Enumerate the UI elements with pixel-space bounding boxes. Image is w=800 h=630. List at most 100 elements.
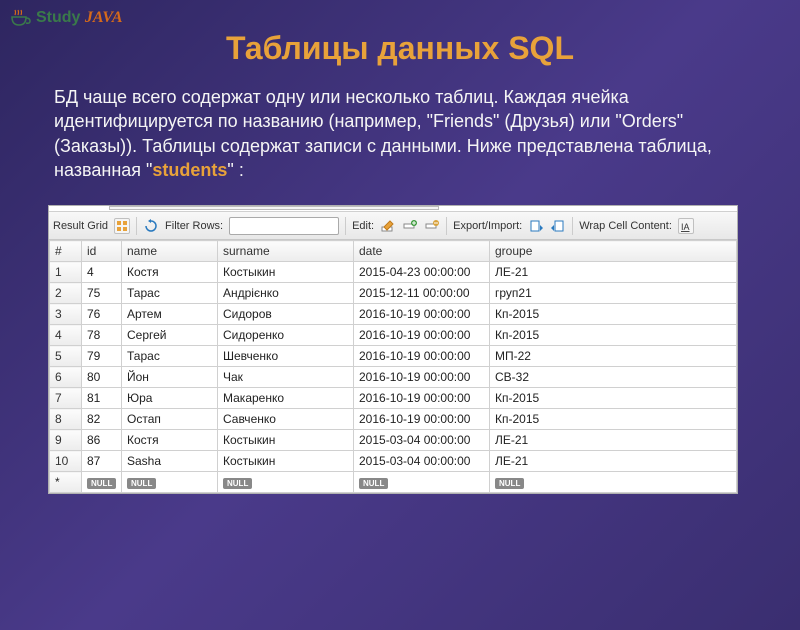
cell-groupe[interactable]: СВ-32	[490, 367, 737, 388]
cell-n[interactable]: 3	[50, 304, 82, 325]
cell-date[interactable]: 2015-03-04 00:00:00	[354, 451, 490, 472]
ruler-indicator	[109, 206, 439, 210]
cell-surname[interactable]: Костыкин	[218, 262, 354, 283]
refresh-icon[interactable]	[143, 218, 159, 234]
cell-name[interactable]: Тарас	[122, 346, 218, 367]
cell-surname[interactable]: Костыкин	[218, 451, 354, 472]
cell-name[interactable]: Артем	[122, 304, 218, 325]
cell-groupe[interactable]: груп21	[490, 283, 737, 304]
cell-groupe[interactable]: Кп-2015	[490, 388, 737, 409]
col-header-groupe[interactable]: groupe	[490, 241, 737, 262]
export-icon[interactable]	[528, 218, 544, 234]
table-row[interactable]: 579ТарасШевченко2016-10-19 00:00:00МП-22	[50, 346, 737, 367]
svg-text:IA: IA	[681, 222, 690, 232]
col-header-name[interactable]: name	[122, 241, 218, 262]
cell-date[interactable]: 2016-10-19 00:00:00	[354, 304, 490, 325]
delete-row-icon[interactable]	[424, 218, 440, 234]
cell-date[interactable]: 2016-10-19 00:00:00	[354, 388, 490, 409]
cell-id[interactable]: 87	[82, 451, 122, 472]
cell-surname[interactable]: Савченко	[218, 409, 354, 430]
cell-date[interactable]: 2016-10-19 00:00:00	[354, 325, 490, 346]
grid-view-icon[interactable]	[114, 218, 130, 234]
wrap-cell-icon[interactable]: IA	[678, 218, 694, 234]
data-table[interactable]: # id name surname date groupe 14КостяКос…	[49, 240, 737, 493]
table-row[interactable]: 275ТарасАндрієнко2015-12-11 00:00:00груп…	[50, 283, 737, 304]
cell-id[interactable]: 81	[82, 388, 122, 409]
cell-name[interactable]: Тарас	[122, 283, 218, 304]
cell-null[interactable]: NULL	[354, 472, 490, 493]
col-header-date[interactable]: date	[354, 241, 490, 262]
table-null-row[interactable]: *NULLNULLNULLNULLNULL	[50, 472, 737, 493]
cell-name[interactable]: Sasha	[122, 451, 218, 472]
cell-name[interactable]: Костя	[122, 262, 218, 283]
cell-date[interactable]: 2016-10-19 00:00:00	[354, 367, 490, 388]
coffee-cup-icon	[8, 6, 32, 30]
cell-n[interactable]: 9	[50, 430, 82, 451]
cell-date[interactable]: 2015-04-23 00:00:00	[354, 262, 490, 283]
col-header-hash[interactable]: #	[50, 241, 82, 262]
cell-surname[interactable]: Макаренко	[218, 388, 354, 409]
cell-name[interactable]: Сергей	[122, 325, 218, 346]
cell-id[interactable]: 82	[82, 409, 122, 430]
col-header-surname[interactable]: surname	[218, 241, 354, 262]
table-row[interactable]: 680ЙонЧак2016-10-19 00:00:00СВ-32	[50, 367, 737, 388]
cell-surname[interactable]: Костыкин	[218, 430, 354, 451]
cell-surname[interactable]: Шевченко	[218, 346, 354, 367]
cell-date[interactable]: 2016-10-19 00:00:00	[354, 346, 490, 367]
cell-hash[interactable]: *	[50, 472, 82, 493]
cell-surname[interactable]: Андрієнко	[218, 283, 354, 304]
cell-n[interactable]: 7	[50, 388, 82, 409]
cell-name[interactable]: Остап	[122, 409, 218, 430]
cell-id[interactable]: 86	[82, 430, 122, 451]
table-row[interactable]: 1087SashaКостыкин2015-03-04 00:00:00ЛЕ-2…	[50, 451, 737, 472]
cell-name[interactable]: Юра	[122, 388, 218, 409]
cell-surname[interactable]: Чак	[218, 367, 354, 388]
cell-groupe[interactable]: ЛЕ-21	[490, 430, 737, 451]
cell-groupe[interactable]: ЛЕ-21	[490, 451, 737, 472]
cell-id[interactable]: 4	[82, 262, 122, 283]
cell-id[interactable]: 80	[82, 367, 122, 388]
cell-n[interactable]: 6	[50, 367, 82, 388]
cell-date[interactable]: 2015-12-11 00:00:00	[354, 283, 490, 304]
cell-surname[interactable]: Сидоров	[218, 304, 354, 325]
cell-null[interactable]: NULL	[218, 472, 354, 493]
cell-name[interactable]: Костя	[122, 430, 218, 451]
table-row[interactable]: 986КостяКостыкин2015-03-04 00:00:00ЛЕ-21	[50, 430, 737, 451]
cell-null[interactable]: NULL	[82, 472, 122, 493]
cell-n[interactable]: 1	[50, 262, 82, 283]
add-row-icon[interactable]	[402, 218, 418, 234]
cell-groupe[interactable]: Кп-2015	[490, 304, 737, 325]
cell-n[interactable]: 2	[50, 283, 82, 304]
table-row[interactable]: 882ОстапСавченко2016-10-19 00:00:00Кп-20…	[50, 409, 737, 430]
cell-id[interactable]: 76	[82, 304, 122, 325]
edit-row-icon[interactable]	[380, 218, 396, 234]
cell-groupe[interactable]: ЛЕ-21	[490, 262, 737, 283]
cell-id[interactable]: 79	[82, 346, 122, 367]
col-header-id[interactable]: id	[82, 241, 122, 262]
cell-surname[interactable]: Сидоренко	[218, 325, 354, 346]
cell-groupe[interactable]: МП-22	[490, 346, 737, 367]
cell-n[interactable]: 10	[50, 451, 82, 472]
import-icon[interactable]	[550, 218, 566, 234]
description-highlight: students	[152, 160, 227, 180]
cell-groupe[interactable]: Кп-2015	[490, 409, 737, 430]
table-row[interactable]: 781ЮраМакаренко2016-10-19 00:00:00Кп-201…	[50, 388, 737, 409]
table-row[interactable]: 376АртемСидоров2016-10-19 00:00:00Кп-201…	[50, 304, 737, 325]
cell-n[interactable]: 4	[50, 325, 82, 346]
cell-n[interactable]: 5	[50, 346, 82, 367]
filter-input[interactable]	[229, 217, 339, 235]
cell-id[interactable]: 75	[82, 283, 122, 304]
cell-id[interactable]: 78	[82, 325, 122, 346]
cell-n[interactable]: 8	[50, 409, 82, 430]
table-row[interactable]: 14КостяКостыкин2015-04-23 00:00:00ЛЕ-21	[50, 262, 737, 283]
cell-groupe[interactable]: Кп-2015	[490, 325, 737, 346]
cell-null[interactable]: NULL	[122, 472, 218, 493]
cell-date[interactable]: 2015-03-04 00:00:00	[354, 430, 490, 451]
separator	[345, 217, 346, 235]
cell-name[interactable]: Йон	[122, 367, 218, 388]
table-row[interactable]: 478СергейСидоренко2016-10-19 00:00:00Кп-…	[50, 325, 737, 346]
cell-null[interactable]: NULL	[490, 472, 737, 493]
cell-date[interactable]: 2016-10-19 00:00:00	[354, 409, 490, 430]
logo-text: Study JAVA	[36, 9, 123, 27]
description: БД чаще всего содержат одну или нескольк…	[54, 85, 746, 182]
